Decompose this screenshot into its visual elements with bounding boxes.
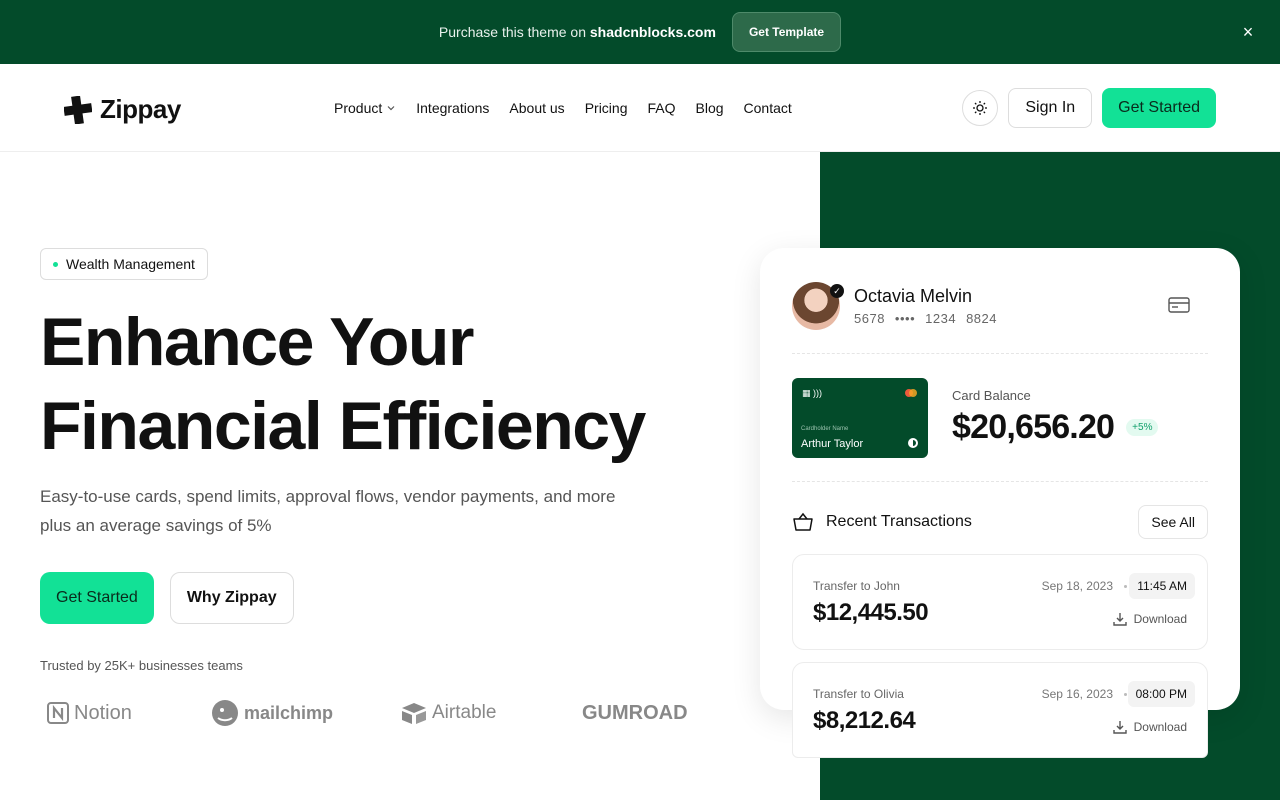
transaction-item[interactable]: Transfer to John $12,445.50 Sep 18, 2023… — [792, 554, 1208, 650]
credit-card-icon[interactable] — [1168, 296, 1190, 314]
hero-title-line1: Enhance Your — [40, 304, 474, 380]
mailchimp-label: mailchimp — [244, 702, 334, 723]
download-label: Download — [1133, 720, 1187, 734]
category-pill: Wealth Management — [40, 248, 208, 280]
nav-link-pricing[interactable]: Pricing — [585, 100, 628, 116]
transaction-item[interactable]: Transfer to Olivia $8,212.64 Sep 16, 202… — [792, 662, 1208, 758]
transaction-time: 08:00 PM — [1127, 681, 1195, 707]
card-number-part: 5678 — [854, 311, 885, 326]
close-icon[interactable]: × — [1238, 22, 1258, 42]
hero-description: Easy-to-use cards, spend limits, approva… — [40, 487, 616, 535]
navbar: Zippay Product Integrations About us Pri… — [0, 64, 1280, 152]
airtable-logo: Airtable — [400, 701, 582, 725]
theme-toggle-button[interactable] — [962, 90, 999, 126]
transaction-amount: $8,212.64 — [813, 707, 916, 734]
nav-link-blog[interactable]: Blog — [696, 100, 724, 116]
nav-links: Product Integrations About us Pricing FA… — [334, 100, 792, 116]
balance-value: $20,656.20 — [952, 408, 1115, 446]
user-row: ✓ Octavia Melvin 5678 •••• 1234 8824 — [792, 282, 997, 330]
mailchimp-icon — [212, 700, 238, 726]
transactions-title: Recent Transactions — [826, 513, 972, 530]
download-button[interactable]: Download — [1112, 611, 1187, 627]
chevron-down-icon — [387, 106, 395, 111]
download-label: Download — [1133, 612, 1187, 626]
notion-icon — [47, 702, 69, 724]
download-icon — [1112, 721, 1127, 734]
pill-dot — [53, 261, 58, 267]
notion-logo: Notion — [46, 701, 210, 725]
nav-link-label: Product — [334, 100, 383, 116]
avatar: ✓ — [792, 282, 844, 330]
card-number: 5678 •••• 1234 8824 — [854, 311, 997, 326]
divider — [792, 481, 1208, 482]
card-number-masked: •••• — [894, 311, 916, 326]
trusted-text: Trusted by 25K+ businesses teams — [40, 658, 243, 673]
transaction-date: Sep 18, 2023 — [1041, 579, 1113, 593]
hero-title-line2: Financial Efficiency — [40, 388, 646, 464]
logo-cross-icon — [64, 95, 92, 124]
chip-icon: ▦ ))) — [802, 388, 822, 398]
balance-row: $20,656.20 +5% — [952, 408, 1159, 447]
banner-text: Purchase this theme on shadcnblocks.com — [438, 24, 716, 40]
balance-label: Card Balance — [952, 388, 1031, 403]
notion-label: Notion — [74, 701, 132, 724]
card-brand-icon — [908, 438, 918, 448]
pill-label: Wealth Management — [66, 256, 195, 272]
divider — [792, 353, 1208, 354]
transaction-recipient: Transfer to Olivia — [813, 687, 904, 701]
see-all-button[interactable]: See All — [1138, 505, 1208, 539]
nav-link-product[interactable]: Product — [334, 100, 396, 116]
partner-logos: Notion mailchimp Airtable GUMROAD — [46, 698, 688, 728]
cardholder-name: Arthur Taylor — [801, 438, 864, 450]
download-button[interactable]: Download — [1112, 719, 1187, 735]
get-template-button[interactable]: Get Template — [731, 12, 842, 52]
cardholder-label: Cardholder Name — [801, 426, 849, 432]
card-number-part: 1234 — [925, 311, 957, 326]
hero-title: Enhance Your Financial Efficiency — [40, 300, 680, 468]
verified-badge-icon: ✓ — [830, 284, 844, 298]
nav-link-faq[interactable]: FAQ — [647, 100, 675, 116]
gumroad-logo: GUMROAD — [582, 701, 688, 724]
card-number-part: 8824 — [966, 311, 997, 326]
balance-change-badge: +5% — [1126, 419, 1159, 436]
airtable-label: Airtable — [432, 702, 497, 723]
transaction-amount: $12,445.50 — [813, 599, 929, 626]
sign-in-button[interactable]: Sign In — [1008, 88, 1093, 128]
hero-get-started-button[interactable]: Get Started — [40, 572, 154, 624]
transaction-date: Sep 16, 2023 — [1041, 687, 1113, 701]
mini-credit-card[interactable]: ▦ ))) Cardholder Name Arthur Taylor — [792, 378, 928, 458]
transaction-time: 11:45 AM — [1129, 573, 1195, 599]
transaction-recipient: Transfer to John — [813, 579, 900, 593]
download-icon — [1112, 613, 1127, 626]
basket-icon — [793, 512, 813, 531]
mastercard-icon — [905, 389, 917, 397]
transactions-header: Recent Transactions See All — [792, 505, 1208, 539]
nav-link-integrations[interactable]: Integrations — [416, 100, 489, 116]
why-zippay-button[interactable]: Why Zippay — [169, 572, 294, 624]
nav-link-contact[interactable]: Contact — [744, 100, 792, 116]
sun-icon — [973, 101, 988, 115]
user-info: Octavia Melvin 5678 •••• 1234 8824 — [854, 286, 997, 326]
mailchimp-logo: mailchimp — [210, 698, 400, 728]
airtable-icon — [402, 703, 426, 724]
user-name: Octavia Melvin — [854, 286, 973, 306]
logo[interactable]: Zippay — [64, 94, 181, 125]
promo-banner: Purchase this theme on shadcnblocks.com … — [0, 0, 1280, 64]
separator-dot — [1124, 585, 1127, 588]
nav-get-started-button[interactable]: Get Started — [1102, 88, 1216, 128]
nav-link-about[interactable]: About us — [509, 100, 564, 116]
banner-site-link[interactable]: shadcnblocks.com — [590, 24, 716, 40]
nav-actions: Sign In Get Started — [962, 88, 1216, 128]
hero-buttons: Get Started Why Zippay — [40, 572, 294, 624]
logo-text: Zippay — [100, 94, 181, 124]
separator-dot — [1124, 693, 1127, 696]
